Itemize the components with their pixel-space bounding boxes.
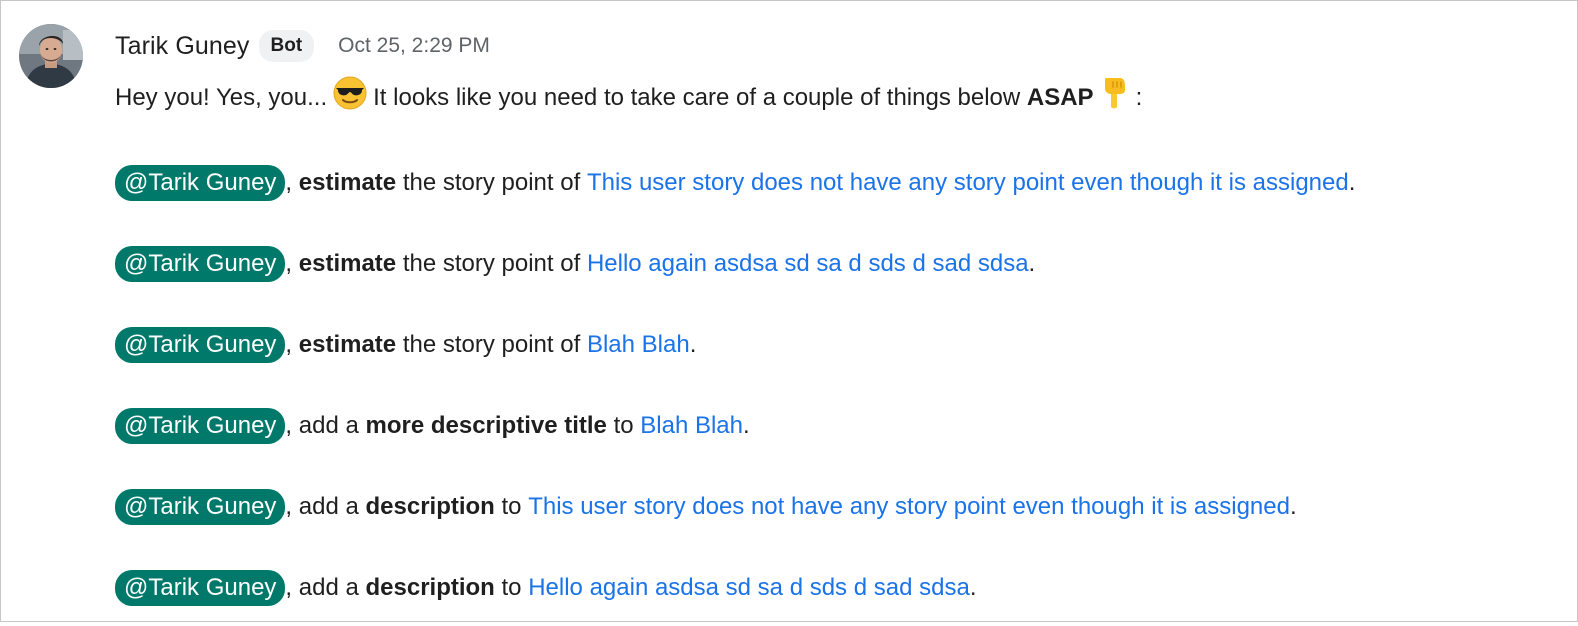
task-line: @Tarik Guney , estimate the story point … xyxy=(115,327,1555,363)
mention-chip[interactable]: @Tarik Guney xyxy=(115,327,286,363)
task-prefix: , add a xyxy=(285,493,366,520)
message-body: Tarik Guney Bot Oct 25, 2:29 PM Hey you!… xyxy=(115,25,1555,606)
task-line: @Tarik Guney , add a more descriptive ti… xyxy=(115,408,1555,444)
intro-text-before: Hey you! Yes, you... xyxy=(115,84,328,111)
task-middle: to xyxy=(494,574,529,601)
story-link[interactable]: Hello again asdsa sd sa d sds d sad sdsa xyxy=(528,571,970,605)
mention-chip[interactable]: @Tarik Guney xyxy=(115,570,286,606)
bot-badge: Bot xyxy=(258,30,315,62)
task-suffix: . xyxy=(1348,169,1356,196)
task-line: @Tarik Guney , estimate the story point … xyxy=(115,165,1555,201)
message-timestamp[interactable]: Oct 25, 2:29 PM xyxy=(338,34,490,58)
task-line: @Tarik Guney , estimate the story point … xyxy=(115,246,1555,282)
backhand-index-pointing-down-icon xyxy=(1100,76,1130,120)
task-middle: the story point of xyxy=(396,169,587,196)
mention-chip[interactable]: @Tarik Guney xyxy=(115,408,286,444)
avatar-photo-icon xyxy=(19,24,83,88)
chat-message-card: Tarik Guney Bot Oct 25, 2:29 PM Hey you!… xyxy=(0,0,1578,622)
task-line: @Tarik Guney , add a description to This… xyxy=(115,489,1555,525)
task-prefix: , add a xyxy=(285,574,366,601)
message-header: Tarik Guney Bot Oct 25, 2:29 PM xyxy=(115,25,1555,67)
story-link[interactable]: Blah Blah xyxy=(640,409,743,443)
task-prefix: , xyxy=(285,250,299,277)
story-link[interactable]: Blah Blah xyxy=(587,328,690,362)
task-action: estimate xyxy=(298,169,397,196)
intro-text-middle: It looks like you need to take care of a… xyxy=(373,84,1021,111)
task-suffix: . xyxy=(743,412,750,439)
task-middle: to xyxy=(494,493,529,520)
task-action: estimate xyxy=(298,250,397,277)
task-suffix: . xyxy=(1028,250,1036,277)
mention-chip[interactable]: @Tarik Guney xyxy=(115,246,286,282)
task-action: description xyxy=(365,493,495,520)
story-link[interactable]: Hello again asdsa sd sa d sds d sad sdsa xyxy=(587,247,1029,281)
task-line: @Tarik Guney , add a description to Hell… xyxy=(115,570,1555,606)
task-middle: to xyxy=(606,412,641,439)
task-action: description xyxy=(365,574,495,601)
task-middle: the story point of xyxy=(396,331,587,358)
task-middle: the story point of xyxy=(396,250,587,277)
smiling-face-with-sunglasses-icon xyxy=(333,76,367,120)
task-prefix: , xyxy=(285,331,299,358)
task-action: more descriptive title xyxy=(365,412,607,439)
task-action: estimate xyxy=(298,331,397,358)
mention-chip[interactable]: @Tarik Guney xyxy=(115,165,286,201)
task-suffix: . xyxy=(969,574,977,601)
story-link[interactable]: This user story does not have any story … xyxy=(528,490,1290,524)
intro-line: Hey you! Yes, you... It looks like you n… xyxy=(115,76,1555,120)
task-prefix: , xyxy=(285,169,299,196)
intro-text-after: : xyxy=(1135,84,1143,111)
sender-name[interactable]: Tarik Guney xyxy=(115,32,250,61)
story-link[interactable]: This user story does not have any story … xyxy=(587,166,1349,200)
mention-chip[interactable]: @Tarik Guney xyxy=(115,489,286,525)
task-suffix: . xyxy=(1289,493,1297,520)
user-photo-avatar[interactable] xyxy=(19,24,83,88)
task-suffix: . xyxy=(689,331,697,358)
intro-bold-asap: ASAP xyxy=(1026,84,1094,111)
task-prefix: , add a xyxy=(285,412,366,439)
